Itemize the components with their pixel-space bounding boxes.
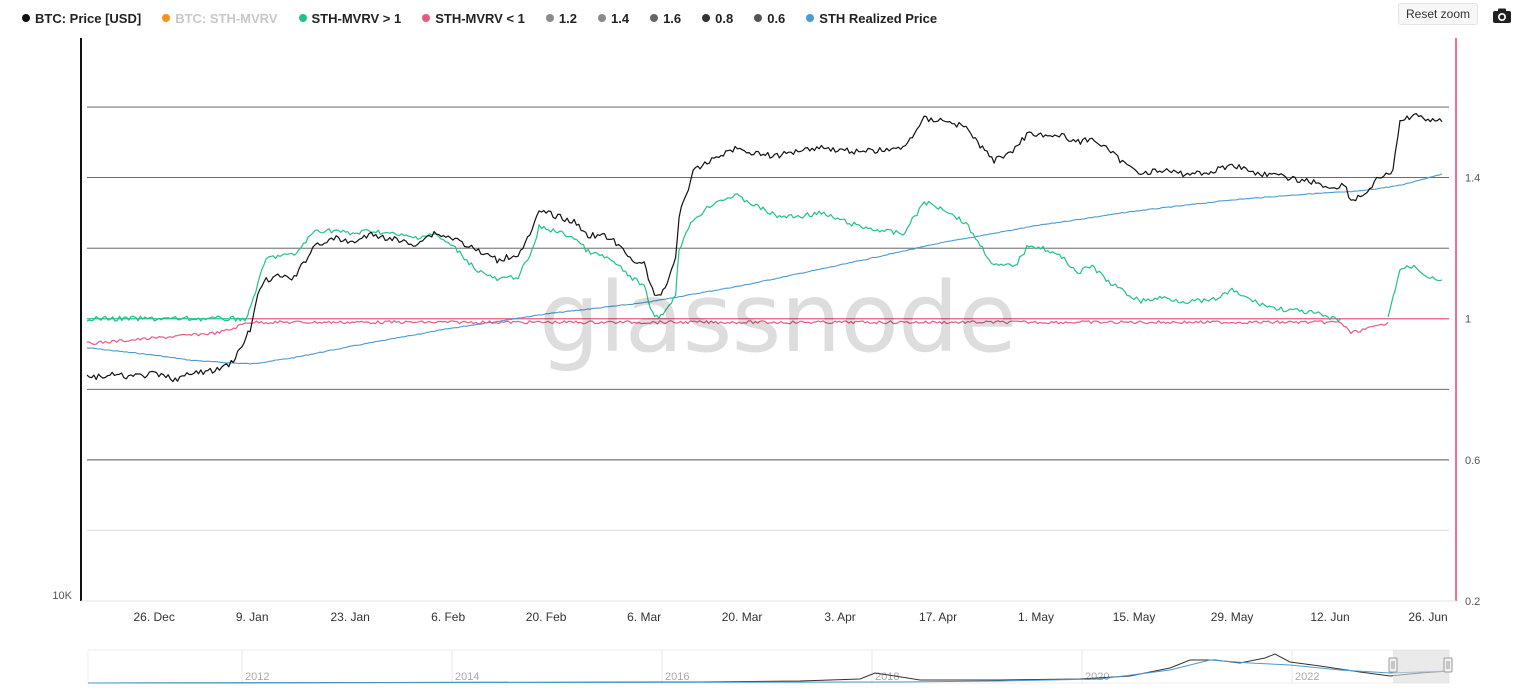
x-tick-label: 1. May: [1018, 610, 1054, 624]
axes: [80, 38, 1457, 602]
level-lines: [87, 106, 1449, 531]
x-tick-label: 26. Jun: [1408, 610, 1447, 624]
x-tick-label: 6. Feb: [431, 610, 465, 624]
left-axis-ticks: 10K: [52, 590, 72, 602]
x-tick-label: 15. May: [1113, 610, 1156, 624]
series-lines: [86, 112, 1443, 383]
navigator-handle[interactable]: [1388, 657, 1398, 673]
navigator-handle[interactable]: [1443, 657, 1453, 673]
left-tick-label: 10K: [52, 590, 72, 602]
series-line: [86, 193, 1341, 322]
x-tick-label: 3. Apr: [824, 610, 855, 624]
x-axis-ticks: 26. Dec 9. Jan 23. Jan 6. Feb 20. Feb 6. Mar 2…: [134, 610, 1448, 624]
right-tick-label: 0.6: [1465, 455, 1480, 467]
navigator-year-label: 2022: [1295, 671, 1319, 683]
series-line: [86, 320, 1389, 345]
chart-area: 26. Dec 9. Jan 23. Jan 6. Feb 20. Feb 6. Mar 2…: [52, 38, 1480, 684]
series-line: [1387, 264, 1443, 318]
series-line: [86, 173, 1443, 365]
navigator-year-label: 2014: [455, 671, 479, 683]
x-tick-label: 20. Feb: [526, 610, 567, 624]
right-tick-label: 1: [1465, 314, 1471, 326]
right-axis-ticks: 1.4 1 0.6 0.2: [1465, 173, 1480, 608]
series-line: [86, 112, 1443, 383]
navigator-year-label: 2012: [245, 671, 269, 683]
navigator-year-label: 2018: [875, 671, 899, 683]
x-tick-label: 20. Mar: [722, 610, 763, 624]
x-tick-label: 9. Jan: [236, 610, 269, 624]
navigator-year-label: 2016: [665, 671, 689, 683]
right-tick-label: 1.4: [1465, 173, 1480, 185]
range-navigator: 2012 2014 2016 2018 2020 2022: [87, 649, 1453, 684]
x-tick-label: 23. Jan: [330, 610, 369, 624]
x-tick-label: 12. Jun: [1310, 610, 1349, 624]
x-tick-label: 6. Mar: [627, 610, 661, 624]
navigator-selection: [1393, 650, 1449, 683]
x-tick-label: 17. Apr: [919, 610, 957, 624]
right-tick-label: 0.2: [1465, 596, 1480, 608]
x-tick-label: 29. May: [1211, 610, 1254, 624]
navigator-track: [87, 649, 1450, 684]
x-tick-label: 26. Dec: [134, 610, 175, 624]
